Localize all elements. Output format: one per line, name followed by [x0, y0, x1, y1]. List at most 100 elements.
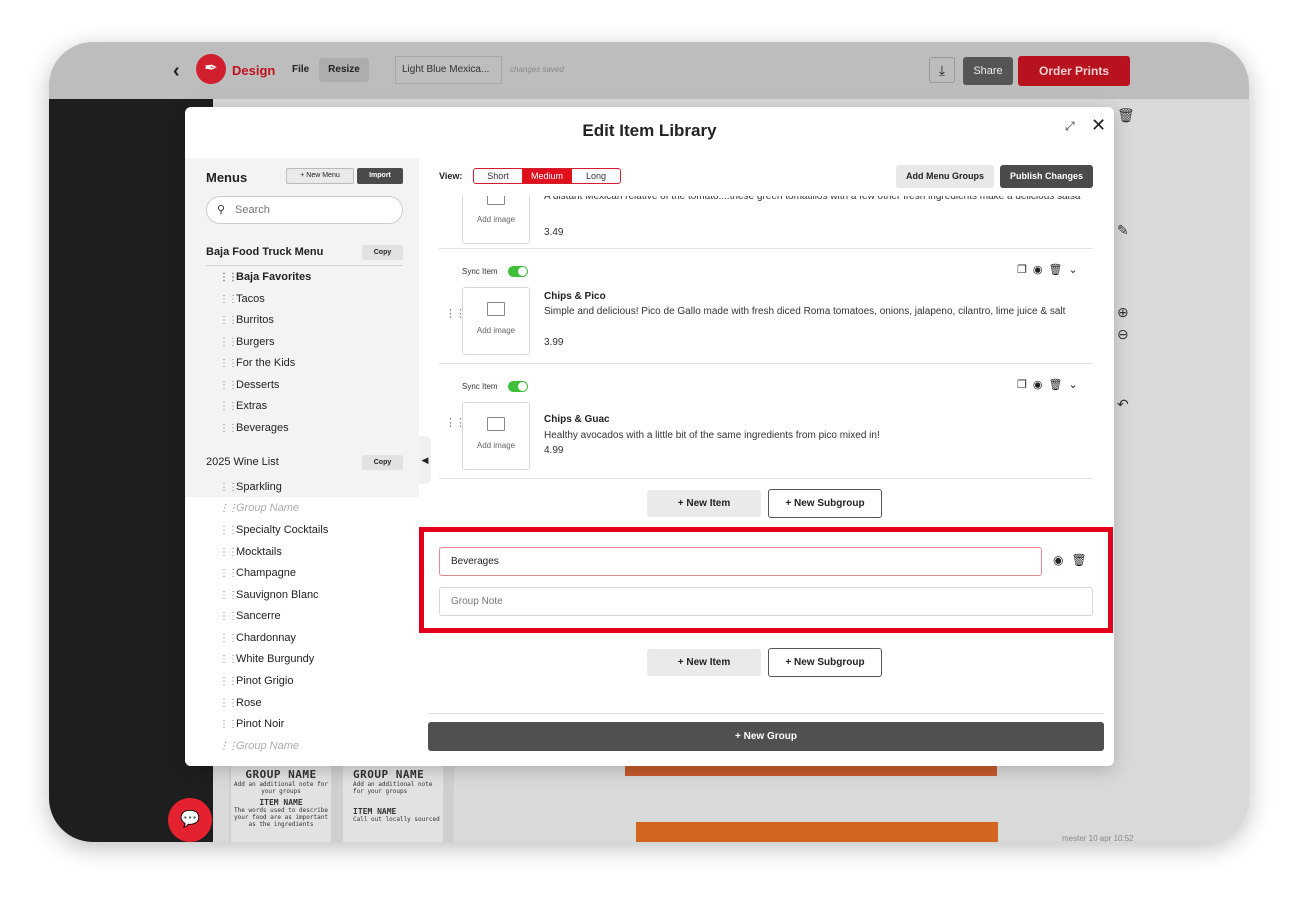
- item-description[interactable]: A distant Mexican relative of the tomato…: [544, 196, 1093, 204]
- drag-handle-icon[interactable]: ⋮⋮: [219, 611, 238, 622]
- sidebar-group-item[interactable]: ⋮⋮Group Name: [219, 740, 299, 752]
- item-price[interactable]: 4.99: [544, 445, 563, 456]
- new-subgroup-button[interactable]: + New Subgroup: [768, 648, 882, 677]
- chat-icon[interactable]: 💬: [168, 798, 212, 842]
- publish-changes-button[interactable]: Publish Changes: [1000, 165, 1093, 188]
- sidebar-group-item[interactable]: ⋮⋮White Burgundy: [219, 653, 314, 665]
- duplicate-icon[interactable]: ❐: [1017, 379, 1033, 391]
- drag-handle-icon[interactable]: ⋮⋮: [219, 503, 238, 514]
- sidebar-group-item[interactable]: ⋮⋮Chardonnay: [219, 632, 296, 644]
- import-button[interactable]: Import: [357, 168, 403, 184]
- new-menu-button[interactable]: + New Menu: [286, 168, 354, 184]
- trash-icon[interactable]: 🗑: [1117, 107, 1135, 124]
- copy-menu-button[interactable]: Copy: [362, 455, 403, 470]
- drag-handle-icon[interactable]: ⋮⋮: [219, 719, 238, 730]
- drag-handle-icon[interactable]: ⋮⋮: [219, 654, 238, 665]
- close-icon[interactable]: ✕: [1091, 115, 1106, 136]
- eye-icon[interactable]: ◉: [1033, 379, 1049, 391]
- sidebar-group-item[interactable]: ⋮⋮Burgers: [219, 336, 275, 348]
- sidebar-group-item[interactable]: ⋮⋮Mocktails: [219, 546, 282, 558]
- sidebar-group-item[interactable]: ⋮⋮Rose: [219, 697, 262, 709]
- template-card[interactable]: GROUP NAME Add an additional note for yo…: [343, 766, 443, 842]
- trash-icon[interactable]: 🗑: [1048, 264, 1068, 276]
- view-long-option[interactable]: Long: [572, 169, 620, 183]
- copy-menu-button[interactable]: Copy: [362, 245, 403, 260]
- zoom-out-icon[interactable]: ⊖: [1117, 326, 1129, 343]
- drag-handle-icon[interactable]: ⋮⋮: [219, 423, 238, 434]
- sidebar-group-item[interactable]: ⋮⋮Tacos: [219, 293, 265, 305]
- drag-handle-icon[interactable]: ⋮⋮: [219, 741, 238, 752]
- eye-icon[interactable]: ◉: [1053, 553, 1071, 567]
- drag-handle-icon[interactable]: ⋮⋮: [219, 294, 238, 305]
- new-item-button[interactable]: + New Item: [647, 490, 761, 517]
- drag-handle-icon[interactable]: ⋮⋮: [219, 482, 238, 493]
- share-button[interactable]: Share: [963, 57, 1013, 85]
- eye-icon[interactable]: ◉: [1033, 264, 1049, 276]
- sidebar-group-item[interactable]: ⋮⋮Desserts: [219, 379, 279, 391]
- sync-toggle[interactable]: [508, 381, 528, 392]
- menu-title[interactable]: Baja Food Truck Menu: [206, 246, 323, 258]
- trash-icon[interactable]: 🗑: [1048, 379, 1068, 391]
- item-name[interactable]: Chips & Pico: [544, 291, 606, 302]
- item-name[interactable]: Chips & Guac: [544, 414, 610, 425]
- sidebar-group-item[interactable]: ⋮⋮Champagne: [219, 567, 296, 579]
- view-short-option[interactable]: Short: [474, 169, 522, 183]
- new-item-button[interactable]: + New Item: [647, 649, 761, 676]
- add-menu-groups-button[interactable]: Add Menu Groups: [896, 165, 994, 188]
- edit-icon[interactable]: ✎: [1117, 222, 1129, 239]
- new-subgroup-button[interactable]: + New Subgroup: [768, 489, 882, 518]
- sync-toggle[interactable]: [508, 266, 528, 277]
- duplicate-icon[interactable]: ❐: [1017, 264, 1033, 276]
- group-note-input[interactable]: [439, 587, 1093, 616]
- drag-handle-icon[interactable]: ⋮⋮: [219, 380, 238, 391]
- file-menu[interactable]: File: [292, 64, 309, 75]
- sidebar-group-item[interactable]: ⋮⋮Burritos: [219, 314, 274, 326]
- drag-handle-icon[interactable]: ⋮⋮: [219, 568, 238, 579]
- sidebar-group-item[interactable]: ⋮⋮Extras: [219, 400, 267, 412]
- sidebar-group-item[interactable]: ⋮⋮Pinot Grigio: [219, 675, 293, 687]
- chevron-down-icon[interactable]: ⌄: [1068, 264, 1083, 276]
- view-medium-option[interactable]: Medium: [522, 169, 572, 183]
- template-card[interactable]: GROUP NAME Add an additional note for yo…: [231, 766, 331, 842]
- item-price[interactable]: 3.49: [544, 227, 563, 238]
- sidebar-group-item[interactable]: ⋮⋮Sancerre: [219, 610, 281, 622]
- search-input[interactable]: [206, 196, 403, 224]
- add-image-box[interactable]: Add image: [462, 196, 530, 244]
- drag-handle-icon[interactable]: ⋮⋮: [219, 590, 238, 601]
- drag-handle-icon[interactable]: ⋮⋮: [219, 337, 238, 348]
- item-description[interactable]: Simple and delicious! Pico de Gallo made…: [544, 304, 1094, 319]
- resize-button[interactable]: Resize: [319, 58, 369, 82]
- sidebar-group-item[interactable]: ⋮⋮Pinot Noir: [219, 718, 284, 730]
- back-chevron-icon[interactable]: ‹: [173, 60, 180, 83]
- drag-handle-icon[interactable]: ⋮⋮: [219, 525, 238, 536]
- sidebar-group-item[interactable]: ⋮⋮Sparkling: [219, 481, 282, 493]
- chevron-down-icon[interactable]: ⌄: [1068, 379, 1083, 391]
- drag-handle-icon[interactable]: ⋮⋮: [219, 633, 238, 644]
- drag-handle-icon[interactable]: ⋮⋮: [219, 401, 238, 412]
- sidebar-group-item[interactable]: ⋮⋮Beverages: [219, 422, 289, 434]
- add-image-box[interactable]: Add image: [462, 287, 530, 355]
- drag-handle-icon[interactable]: ⋮⋮: [219, 272, 238, 283]
- drag-handle-icon[interactable]: ⋮⋮: [219, 676, 238, 687]
- drag-handle-icon[interactable]: ⋮⋮: [219, 358, 238, 369]
- download-icon[interactable]: ⤓: [929, 57, 955, 83]
- sidebar-group-item[interactable]: ⋮⋮Sauvignon Blanc: [219, 589, 319, 601]
- sidebar-group-item[interactable]: ⋮⋮Group Name: [219, 502, 299, 514]
- sidebar-group-item[interactable]: ⋮⋮Specialty Cocktails: [219, 524, 328, 536]
- group-name-input[interactable]: [439, 547, 1042, 576]
- document-name-field[interactable]: Light Blue Mexica...: [395, 56, 502, 84]
- new-group-button[interactable]: + New Group: [428, 722, 1104, 751]
- add-image-box[interactable]: Add image: [462, 402, 530, 470]
- expand-icon[interactable]: ⤢: [1065, 119, 1075, 134]
- drag-handle-icon[interactable]: ⋮⋮: [219, 547, 238, 558]
- sidebar-group-item[interactable]: ⋮⋮For the Kids: [219, 357, 295, 369]
- item-price[interactable]: 3.99: [544, 337, 563, 348]
- trash-icon[interactable]: 🗑: [1071, 553, 1094, 567]
- drag-handle-icon[interactable]: ⋮⋮: [219, 698, 238, 709]
- drag-handle-icon[interactable]: ⋮⋮: [219, 315, 238, 326]
- sidebar-group-item[interactable]: ⋮⋮Baja Favorites: [219, 271, 311, 283]
- zoom-in-icon[interactable]: ⊕: [1117, 304, 1129, 321]
- item-description[interactable]: Healthy avocados with a little bit of th…: [544, 428, 1094, 443]
- menu-title[interactable]: 2025 Wine List: [206, 456, 279, 468]
- undo-icon[interactable]: ↶: [1117, 396, 1129, 413]
